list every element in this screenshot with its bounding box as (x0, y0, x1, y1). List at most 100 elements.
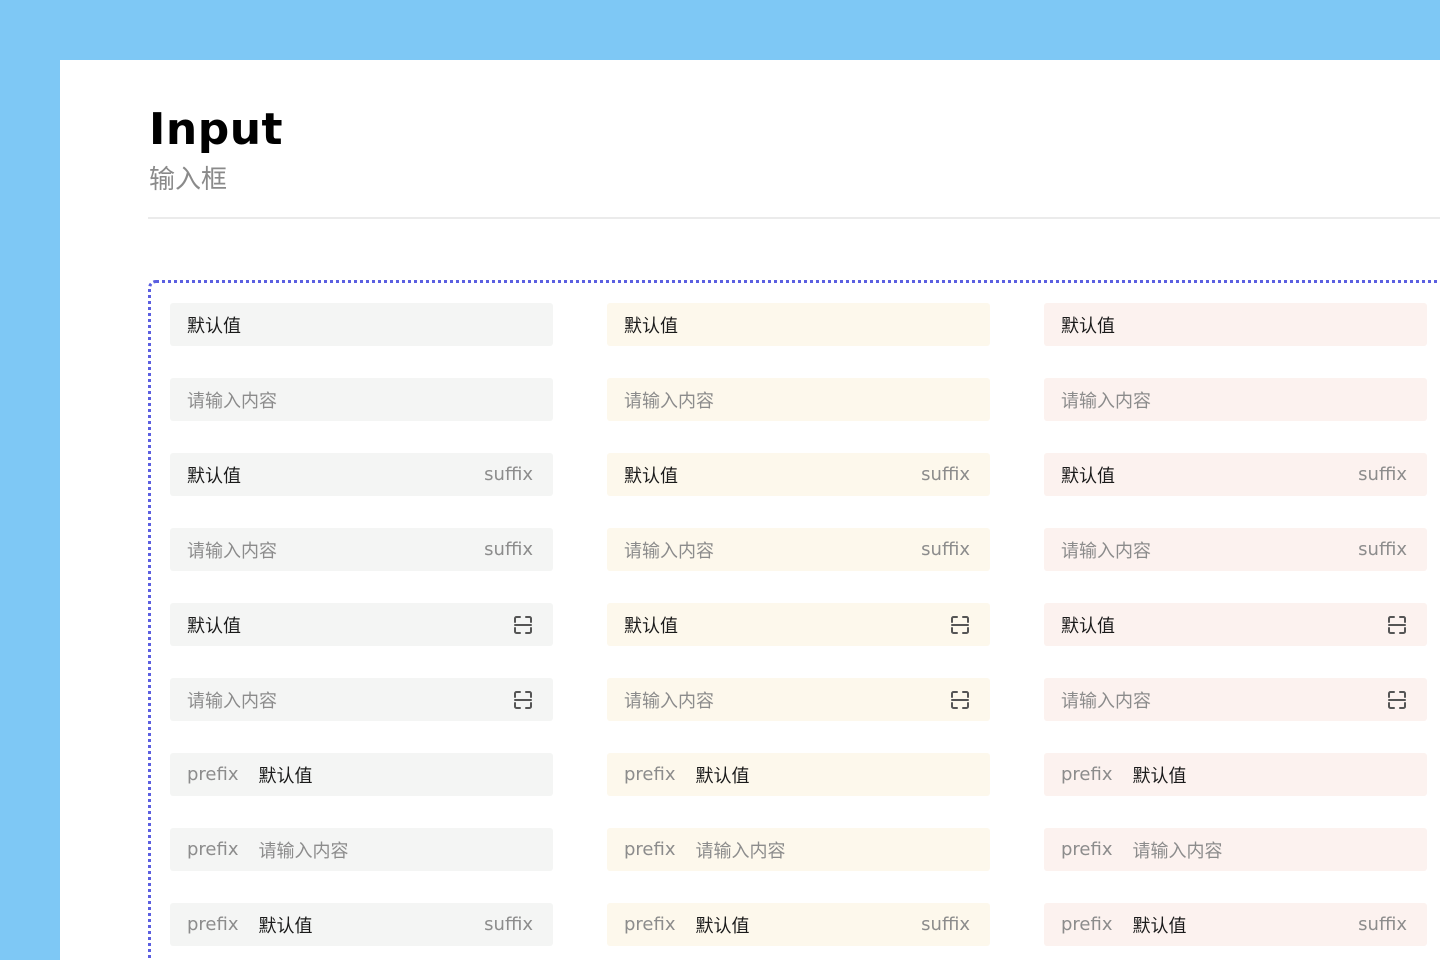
input-value: 默认值 (624, 315, 678, 337)
page-subtitle: 输入框 (149, 165, 228, 195)
scan-icon[interactable] (1387, 615, 1407, 635)
input-cell: 请输入内容 (1044, 378, 1427, 421)
input-value: 默认值 (624, 465, 678, 487)
input-cell: prefix 请输入内容 (1044, 828, 1427, 871)
scan-icon[interactable] (950, 615, 970, 635)
input-prefix: prefix (624, 839, 676, 860)
input-prefix: prefix (1061, 914, 1113, 935)
text-input-field[interactable]: prefix 默认值 suffix (170, 903, 553, 946)
input-placeholder: 请输入内容 (258, 840, 349, 862)
input-placeholder: 请输入内容 (1132, 840, 1223, 862)
input-value: 默认值 (695, 915, 750, 937)
input-prefix: prefix (624, 914, 676, 935)
text-input-field[interactable]: 默认值 (170, 603, 553, 646)
input-value: 默认值 (695, 765, 750, 787)
input-value: 默认值 (258, 765, 313, 787)
input-cell: 请输入内容 (1044, 678, 1427, 721)
text-input-field[interactable]: 请输入内容 (607, 378, 990, 421)
input-cell: 默认值 (607, 303, 990, 346)
text-input-field[interactable]: prefix 默认值 (170, 753, 553, 796)
input-suffix: suffix (484, 539, 533, 560)
input-value: 默认值 (624, 615, 678, 637)
text-input-field[interactable]: 请输入内容 (170, 378, 553, 421)
input-cell: 默认值 (170, 303, 553, 346)
text-input-field[interactable]: prefix 请输入内容 (1044, 828, 1427, 871)
input-value: 默认值 (1132, 915, 1187, 937)
text-input-field[interactable]: prefix 默认值 (1044, 753, 1427, 796)
text-input-field[interactable]: 默认值 (170, 303, 553, 346)
input-cell: 请输入内容 (170, 378, 553, 421)
input-value: 默认值 (1132, 765, 1187, 787)
input-cell: prefix 默认值 suffix (1044, 903, 1427, 946)
text-input-field[interactable]: prefix 默认值 (607, 753, 990, 796)
input-cell: prefix 默认值 (1044, 753, 1427, 796)
input-prefix: prefix (624, 764, 676, 785)
page-title: Input (149, 104, 284, 155)
input-value: 默认值 (187, 465, 241, 487)
text-input-field[interactable]: prefix 请输入内容 (170, 828, 553, 871)
input-placeholder: 请输入内容 (1061, 690, 1151, 712)
text-input-field[interactable]: prefix 请输入内容 (607, 828, 990, 871)
text-input-field[interactable]: 请输入内容 (607, 678, 990, 721)
text-input-field[interactable]: 请输入内容 suffix (607, 528, 990, 571)
text-input-field[interactable]: 默认值 suffix (170, 453, 553, 496)
input-suffix: suffix (921, 539, 970, 560)
input-value: 默认值 (258, 915, 313, 937)
text-input-field[interactable]: 请输入内容 suffix (1044, 528, 1427, 571)
text-input-field[interactable]: 请输入内容 suffix (170, 528, 553, 571)
input-cell: 默认值 suffix (607, 453, 990, 496)
text-input-field[interactable]: 默认值 suffix (607, 453, 990, 496)
input-suffix: suffix (921, 914, 970, 935)
input-suffix: suffix (484, 464, 533, 485)
input-suffix: suffix (1358, 914, 1407, 935)
input-prefix: prefix (1061, 839, 1113, 860)
input-value: 默认值 (187, 615, 241, 637)
text-input-field[interactable]: 默认值 (1044, 303, 1427, 346)
input-cell: 默认值 (170, 603, 553, 646)
text-input-field[interactable]: prefix 默认值 suffix (607, 903, 990, 946)
input-suffix: suffix (1358, 539, 1407, 560)
input-prefix: prefix (1061, 764, 1113, 785)
input-placeholder: 请输入内容 (187, 540, 277, 562)
input-placeholder: 请输入内容 (624, 540, 714, 562)
text-input-field[interactable]: 请输入内容 (1044, 378, 1427, 421)
scan-icon[interactable] (950, 690, 970, 710)
input-cell: prefix 默认值 suffix (170, 903, 553, 946)
input-placeholder: 请输入内容 (1061, 540, 1151, 562)
scan-icon[interactable] (513, 615, 533, 635)
input-placeholder: 请输入内容 (695, 840, 786, 862)
input-cell: prefix 请输入内容 (607, 828, 990, 871)
input-cell: prefix 请输入内容 (170, 828, 553, 871)
text-input-field[interactable]: 默认值 (1044, 603, 1427, 646)
text-input-field[interactable]: 默认值 (607, 303, 990, 346)
input-value: 默认值 (1061, 315, 1115, 337)
divider (148, 217, 1440, 219)
input-grid: 默认值 默认值 默认值 请输入内容 请输入内容 请输入内容 默认值 suffix 默认值 suff… (170, 303, 1427, 946)
input-prefix: prefix (187, 914, 239, 935)
input-cell: 请输入内容 suffix (607, 528, 990, 571)
input-suffix: suffix (1358, 464, 1407, 485)
text-input-field[interactable]: 请输入内容 (1044, 678, 1427, 721)
input-value: 默认值 (1061, 615, 1115, 637)
input-prefix: prefix (187, 764, 239, 785)
input-suffix: suffix (484, 914, 533, 935)
input-placeholder: 请输入内容 (624, 390, 714, 412)
input-cell: 默认值 (1044, 303, 1427, 346)
content-panel: Input 输入框 默认值 默认值 默认值 请输入内容 请输入内容 请输入内容 默认值 suf… (60, 60, 1440, 960)
text-input-field[interactable]: 请输入内容 (170, 678, 553, 721)
scan-icon[interactable] (1387, 690, 1407, 710)
text-input-field[interactable]: 默认值 (607, 603, 990, 646)
text-input-field[interactable]: prefix 默认值 suffix (1044, 903, 1427, 946)
input-value: 默认值 (1061, 465, 1115, 487)
input-cell: 默认值 (607, 603, 990, 646)
input-cell: prefix 默认值 suffix (607, 903, 990, 946)
input-value: 默认值 (187, 315, 241, 337)
app-background: Input 输入框 默认值 默认值 默认值 请输入内容 请输入内容 请输入内容 默认值 suf… (0, 0, 1440, 960)
input-cell: prefix 默认值 (607, 753, 990, 796)
input-placeholder: 请输入内容 (1061, 390, 1151, 412)
input-cell: 默认值 suffix (170, 453, 553, 496)
text-input-field[interactable]: 默认值 suffix (1044, 453, 1427, 496)
input-placeholder: 请输入内容 (187, 390, 277, 412)
scan-icon[interactable] (513, 690, 533, 710)
input-cell: 请输入内容 suffix (1044, 528, 1427, 571)
